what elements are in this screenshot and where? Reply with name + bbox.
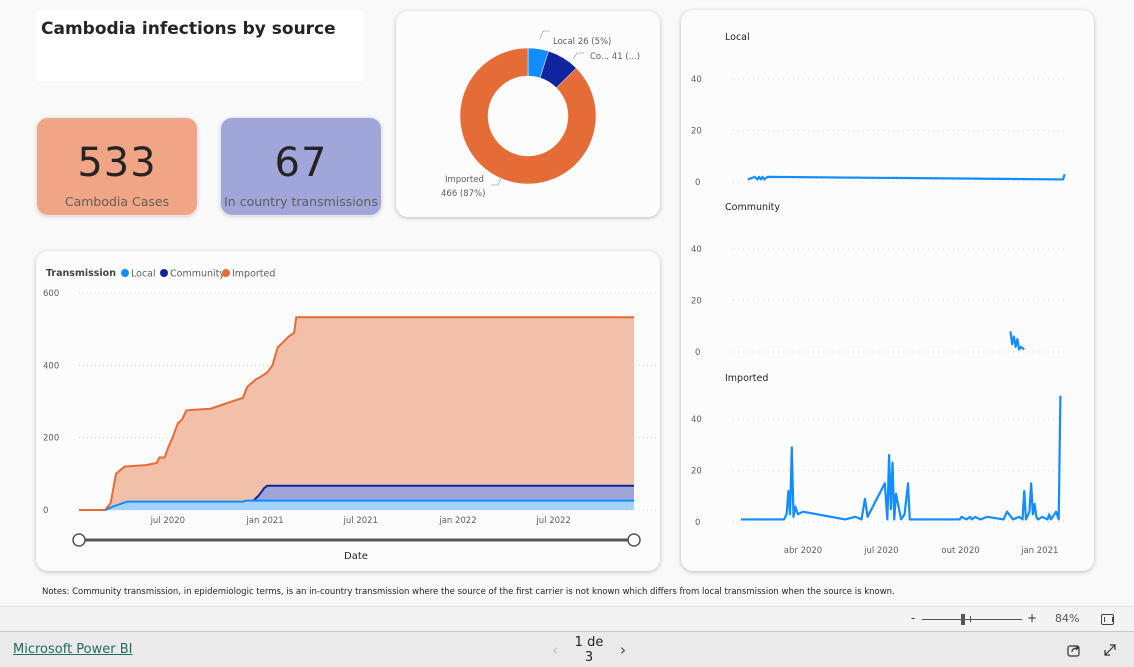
donut-chart[interactable]: Local 26 (5%) Co... 41 (...) Imported 46… <box>396 11 660 217</box>
legend-marker-local[interactable] <box>121 269 129 277</box>
transmission-area-chart[interactable]: Transmission Local Community Imported 0 200… <box>36 251 660 571</box>
kpi-label: In country transmissions <box>224 194 378 209</box>
line-community[interactable] <box>1009 331 1025 351</box>
panel-title-community: Community <box>725 202 780 213</box>
line-local[interactable] <box>747 173 1066 181</box>
y-tick-label: 40 <box>691 245 702 255</box>
date-slider-end-handle[interactable] <box>627 533 641 547</box>
legend-label-imported[interactable]: Imported <box>232 269 275 280</box>
x-tick-label: jan 2021 <box>1020 546 1058 556</box>
x-tick-label: jan 2021 <box>245 516 283 526</box>
zoom-slider-track[interactable] <box>922 619 1022 620</box>
panel-title-local: Local <box>725 32 750 43</box>
legend-label-community[interactable]: Community <box>170 269 225 280</box>
x-tick-label: jul 2020 <box>863 546 898 556</box>
next-page-button[interactable]: › <box>608 641 638 659</box>
kpi-card-in-country-transmissions[interactable]: 67 In country transmissions <box>220 117 382 216</box>
leader-line-local <box>539 30 550 40</box>
fullscreen-icon[interactable] <box>1102 642 1118 658</box>
data-label-imported-name: Imported <box>445 175 484 185</box>
y-tick-label: 400 <box>43 361 59 371</box>
data-label-community: Co... 41 (...) <box>590 52 640 62</box>
line-imported[interactable] <box>741 395 1062 521</box>
y-tick-label: 600 <box>43 289 59 299</box>
y-tick-label: 0 <box>695 518 700 528</box>
zoom-out-button[interactable]: - <box>911 611 915 625</box>
y-tick-label: 40 <box>691 75 702 85</box>
legend-marker-community[interactable] <box>160 269 168 277</box>
report-canvas: Cambodia infections by source 533 Cambod… <box>0 0 1134 606</box>
x-tick-label: jul 2022 <box>535 516 570 526</box>
notes-text: Notes: Community transmission, in epidem… <box>42 587 895 597</box>
small-multiples-line-chart[interactable]: Local 0 20 40 Community 0 20 40 Imported 0 20 40 ab… <box>681 10 1094 571</box>
legend-marker-imported[interactable] <box>222 269 230 277</box>
y-tick-label: 40 <box>691 415 702 425</box>
area-imported[interactable] <box>79 317 634 510</box>
zoom-percent: 84% <box>1055 612 1080 625</box>
y-tick-label: 20 <box>691 127 702 137</box>
kpi-label: Cambodia Cases <box>64 194 170 209</box>
y-tick-label: 20 <box>691 467 702 477</box>
title-textbox: Cambodia infections by source <box>36 11 364 81</box>
data-label-imported-value: 466 (87%) <box>441 189 485 199</box>
y-tick-label: 0 <box>695 348 700 358</box>
y-tick-label: 0 <box>43 506 48 516</box>
x-tick-label: jul 2021 <box>343 516 378 526</box>
x-axis-title: Date <box>344 551 368 562</box>
power-bi-link[interactable]: Microsoft Power BI <box>13 642 132 657</box>
kpi-value: 67 <box>274 140 328 186</box>
zoom-bar: - + 84% <box>0 606 1134 632</box>
report-title: Cambodia infections by source <box>41 19 336 39</box>
page-indicator: 1 de 3 <box>574 635 604 665</box>
area-chart-card[interactable]: Transmission Local Community Imported 0 200… <box>36 251 660 571</box>
zoom-in-button[interactable]: + <box>1027 611 1037 625</box>
donut-chart-card[interactable]: Local 26 (5%) Co... 41 (...) Imported 46… <box>396 11 660 217</box>
small-multiples-card[interactable]: Local 0 20 40 Community 0 20 40 Imported 0 20 40 ab… <box>681 10 1094 571</box>
kpi-value: 533 <box>77 140 157 186</box>
zoom-slider-thumb[interactable] <box>961 614 965 625</box>
y-tick-label: 0 <box>695 178 700 188</box>
legend-label-local[interactable]: Local <box>131 269 156 280</box>
x-tick-label: out 2020 <box>941 546 979 556</box>
panel-title-imported: Imported <box>725 373 768 384</box>
x-tick-label: jul 2020 <box>150 516 185 526</box>
legend-title: Transmission <box>46 268 116 279</box>
x-tick-label: jan 2022 <box>438 516 476 526</box>
footer-bar: Microsoft Power BI ‹ 1 de 3 › <box>0 632 1134 667</box>
page-navigator: ‹ 1 de 3 › <box>540 635 638 665</box>
data-label-local: Local 26 (5%) <box>553 37 611 47</box>
y-tick-label: 200 <box>43 434 59 444</box>
share-icon[interactable] <box>1066 642 1082 658</box>
kpi-card-cambodia-cases[interactable]: 533 Cambodia Cases <box>36 117 198 216</box>
zoom-slider-default-tick <box>970 616 971 622</box>
leader-line-community <box>572 52 584 60</box>
fit-to-page-icon[interactable] <box>1101 614 1114 625</box>
x-tick-label: abr 2020 <box>784 546 822 556</box>
y-tick-label: 20 <box>691 297 702 307</box>
date-slider-start-handle[interactable] <box>72 533 86 547</box>
previous-page-button[interactable]: ‹ <box>540 641 570 659</box>
